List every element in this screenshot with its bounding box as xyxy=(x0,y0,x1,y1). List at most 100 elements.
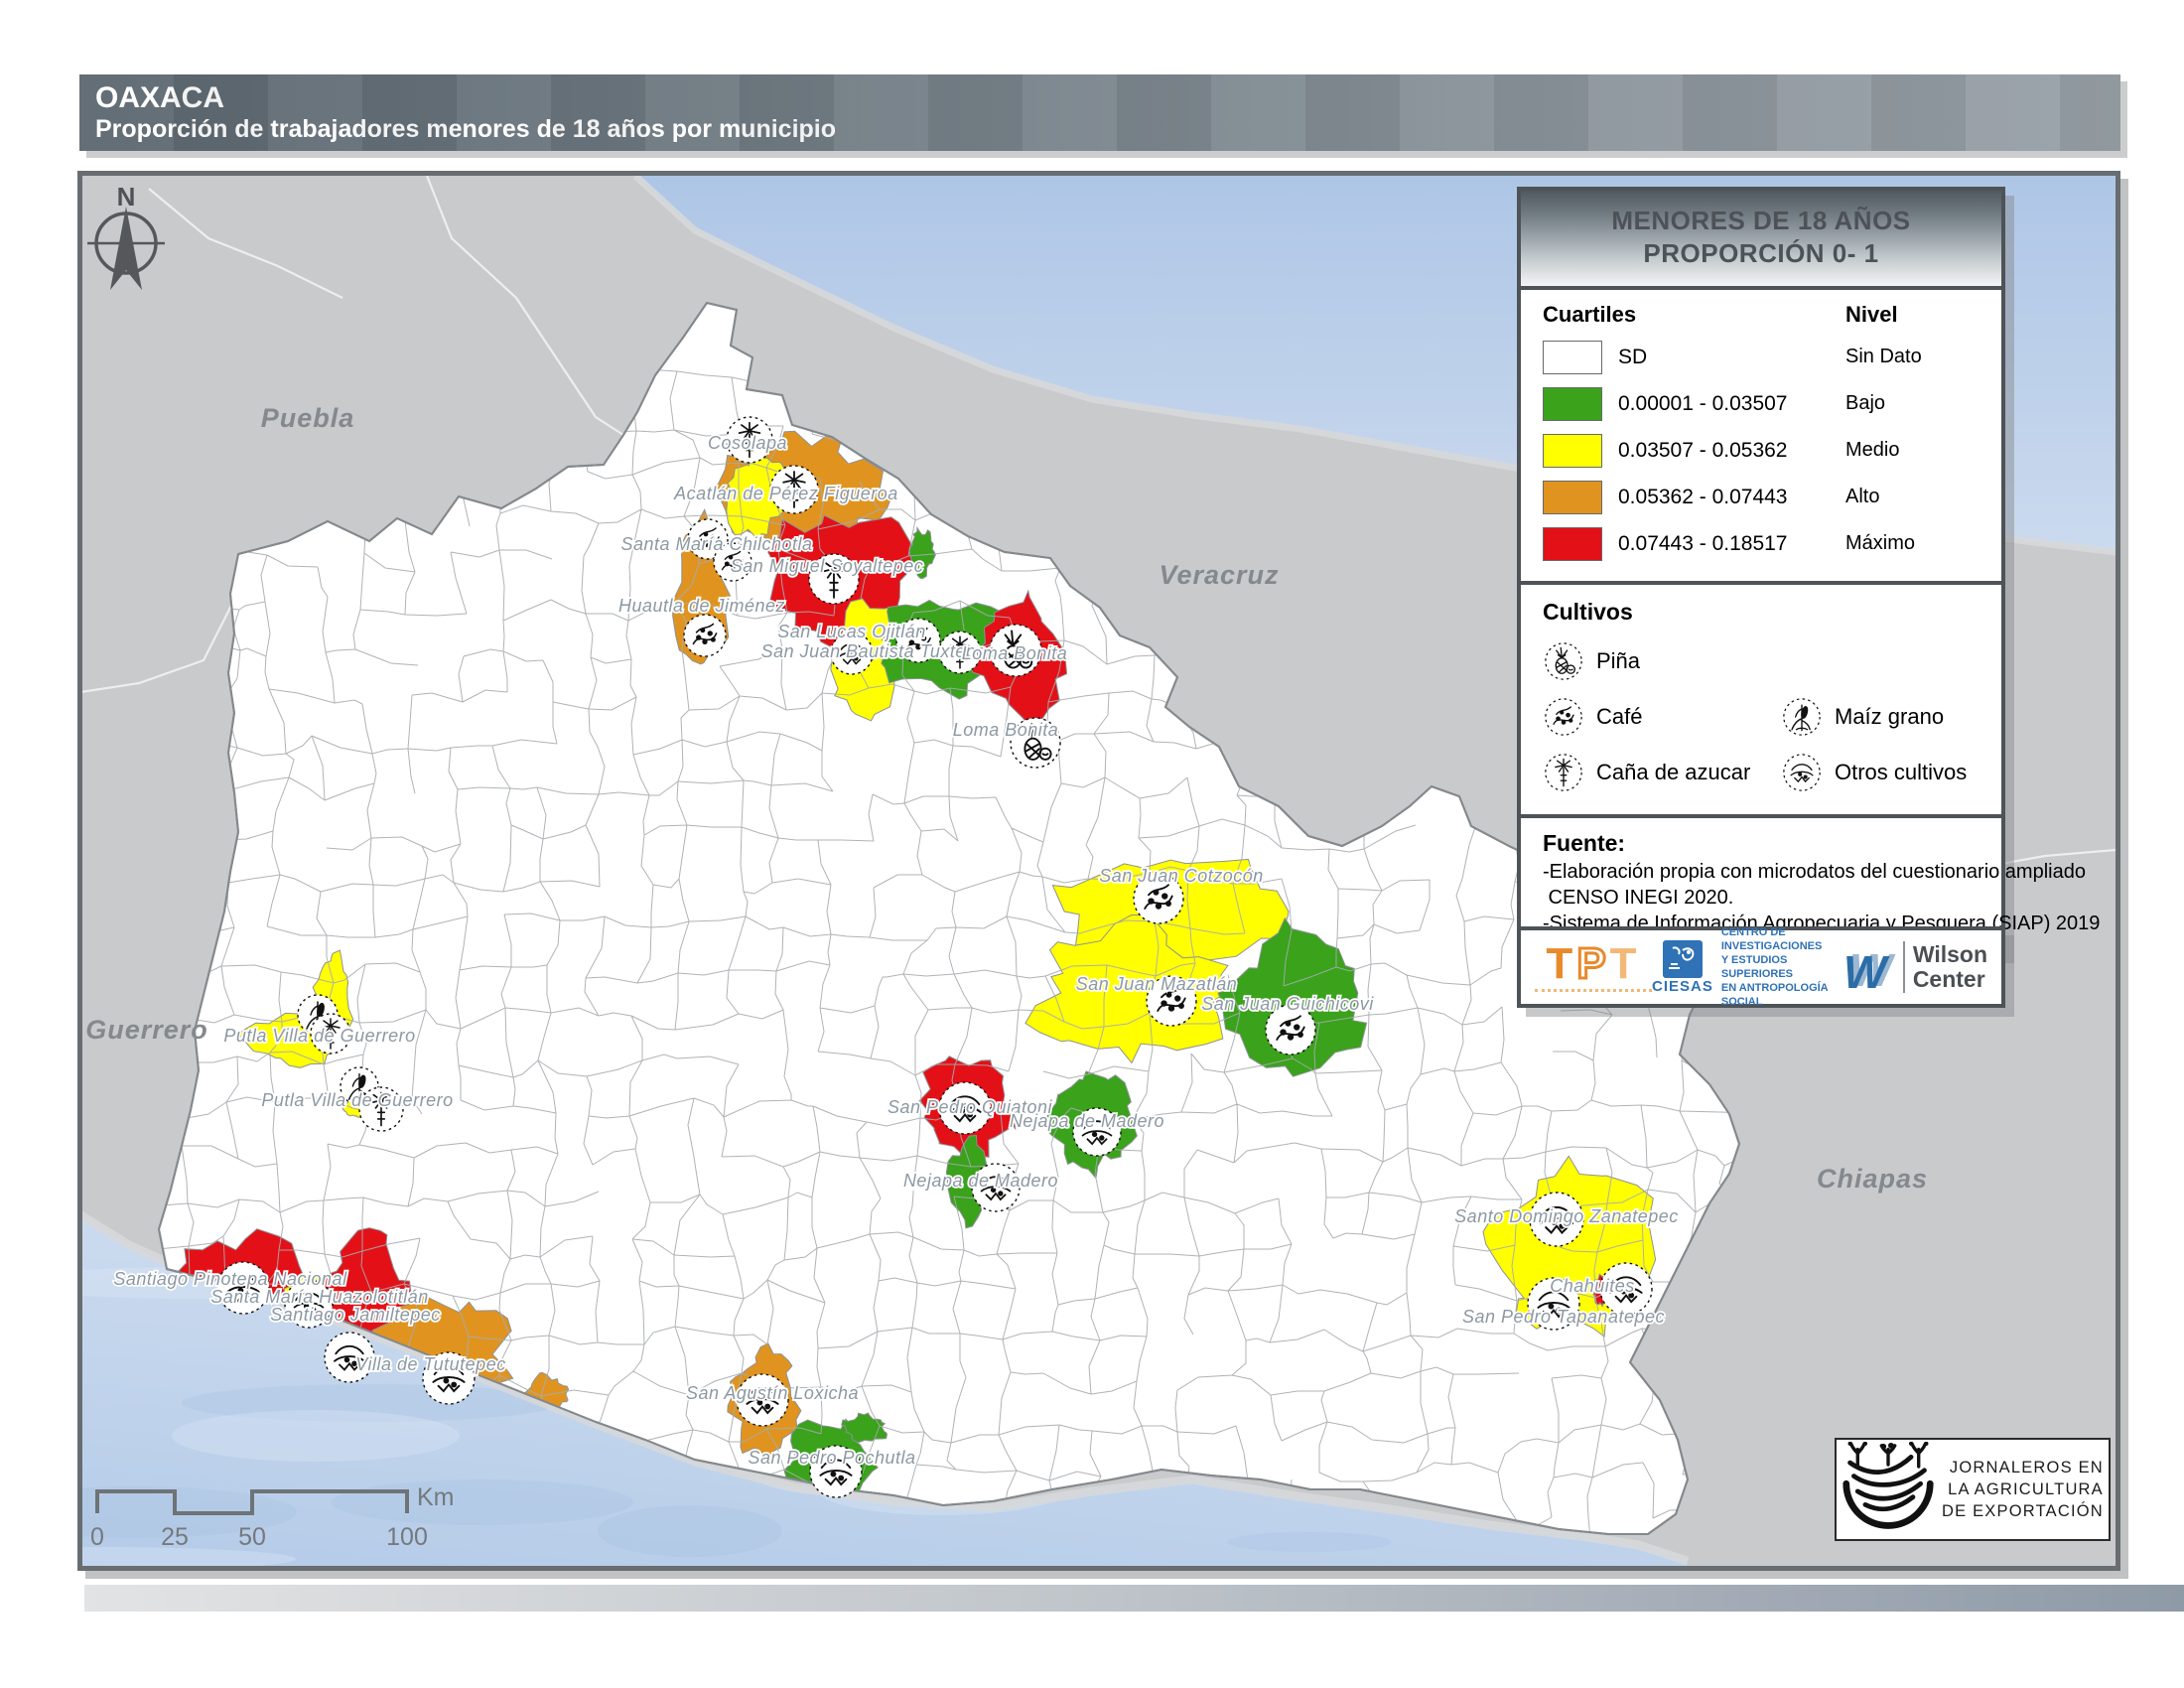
legend-color-swatch xyxy=(1543,434,1602,468)
state-label: Puebla xyxy=(261,403,355,433)
maiz-crop-icon xyxy=(1781,696,1823,738)
tpt-letters: TPT xyxy=(1546,943,1640,985)
legend-class-row: 0.03507 - 0.05362Medio xyxy=(1543,427,1983,474)
legend-class-row: 0.00001 - 0.03507Bajo xyxy=(1543,380,1983,427)
credit-text-line: DE EXPORTACIÓN xyxy=(1942,1500,2104,1522)
legend-title-line2: PROPORCIÓN 0- 1 xyxy=(1527,237,1995,270)
legend-quartiles-section: Cuartiles Nivel SDSin Dato0.00001 - 0.03… xyxy=(1521,290,2001,581)
municipality-label: Villa de Tututepec xyxy=(355,1354,505,1374)
cultivo-item: Piña xyxy=(1543,633,1781,689)
svg-text:N: N xyxy=(117,182,136,211)
cultivo-item: Otros cultivos xyxy=(1781,745,1983,800)
fuente-line: CENSO INEGI 2020. xyxy=(1543,885,1983,911)
legend-color-swatch xyxy=(1543,341,1602,374)
otros-crop-icon xyxy=(1781,752,1823,793)
ciesas-logo: CIESAS CENTRO DE INVESTIGACIONESY ESTUDI… xyxy=(1652,925,1843,1009)
ciesas-name: CIESAS xyxy=(1652,978,1713,995)
cultivo-label: Otros cultivos xyxy=(1835,760,1967,785)
wilson-divider xyxy=(1903,941,1905,993)
municipality-label: Santo Domingo Zanatepec xyxy=(1454,1206,1679,1226)
municipality-label: Santa María Chilchotla xyxy=(620,534,812,554)
municipality-label: Santiago Pinotepa Nacional xyxy=(113,1269,347,1289)
municipality-label: San Miguel Soyaltepec xyxy=(731,556,924,576)
state-label: Chiapas xyxy=(1817,1164,1928,1194)
municipality-label: Nejapa de Madero xyxy=(1010,1111,1164,1131)
cultivo-label: Café xyxy=(1596,704,1642,730)
map-title-bar: OAXACA Proporción de trabajadores menore… xyxy=(79,74,2120,151)
tpt-logo: TPT xyxy=(1535,943,1652,992)
ciesas-text-line: CENTRO DE INVESTIGACIONES xyxy=(1721,925,1843,953)
legend-level-label: Alto xyxy=(1845,486,1983,508)
municipality-label: Acatlán de Pérez Figueroa xyxy=(673,484,898,503)
cultivo-label: Maíz grano xyxy=(1835,704,1944,730)
municipality-label: Chahuites xyxy=(1550,1276,1635,1296)
municipality-label: Cosolapa xyxy=(708,433,787,453)
cultivo-label: Caña de azucar xyxy=(1596,760,1750,785)
legend-range-value: 0.03507 - 0.05362 xyxy=(1618,439,1845,463)
municipality-label: Putla Villa de Guerrero xyxy=(223,1026,415,1046)
state-label: Veracruz xyxy=(1159,560,1279,590)
cafe-crop-icon xyxy=(1543,696,1584,738)
legend-level-label: Máximo xyxy=(1845,532,1983,555)
municipality-label: Loma Bonita xyxy=(953,720,1059,740)
logos-panel: TPT CIESAS CENTRO DE INVESTIGACIONESY ES… xyxy=(1517,926,2005,1008)
cultivos-list: Piña Café Caña de azucar Maíz grano Otros cu… xyxy=(1543,633,1983,800)
footer-gradient-bar xyxy=(84,1585,2184,1612)
legend-range-value: 0.07443 - 0.18517 xyxy=(1618,532,1845,556)
page: { "header": { "title": "OAXACA", "subtit… xyxy=(0,0,2184,1688)
wilson-line1: Wilson xyxy=(1913,942,1987,967)
legend-class-row: 0.07443 - 0.18517Máximo xyxy=(1543,520,1983,567)
legend-level-label: Medio xyxy=(1845,439,1983,462)
legend-level-label: Sin Dato xyxy=(1845,346,1983,368)
legend-cultivos-section: Cultivos Piña Café Caña de azucar Maíz gran… xyxy=(1521,585,2001,814)
svg-text:50: 50 xyxy=(238,1523,266,1551)
legend-range-value: 0.05362 - 0.07443 xyxy=(1618,486,1845,509)
municipality-label: San Pedro Tapanatepec xyxy=(1462,1307,1665,1327)
fuente-title: Fuente: xyxy=(1543,830,1983,857)
legend-classes: SDSin Dato0.00001 - 0.03507Bajo0.03507 -… xyxy=(1543,334,1983,567)
tpt-caption-line xyxy=(1535,989,1652,992)
legend-range-value: 0.00001 - 0.03507 xyxy=(1618,392,1845,416)
jornaleros-credit-box: JORNALEROS ENLA AGRICULTURADE EXPORTACIÓ… xyxy=(1835,1438,2111,1541)
cultivos-title: Cultivos xyxy=(1543,599,1983,626)
municipality-label: Nejapa de Madero xyxy=(903,1171,1058,1191)
quartiles-header: Cuartiles xyxy=(1543,302,1845,328)
svg-text:Km: Km xyxy=(417,1483,455,1511)
municipality-label: Putla Villa de Guerrero xyxy=(261,1090,453,1110)
page-title: OAXACA xyxy=(95,82,2120,114)
svg-text:100: 100 xyxy=(386,1523,428,1551)
municipality-label: San Juan Cotzocón xyxy=(1099,866,1264,886)
legend-title: MENORES DE 18 AÑOS PROPORCIÓN 0- 1 xyxy=(1521,191,2001,290)
municipality-label: San Juan Mazatlán xyxy=(1076,974,1238,994)
wilson-center-logo: WW Wilson Center xyxy=(1843,941,1987,993)
legend-color-swatch xyxy=(1543,481,1602,514)
municipality-label: San Lucas Ojitlán xyxy=(777,622,926,641)
legend-range-value: SD xyxy=(1618,346,1845,369)
credit-text-line: LA AGRICULTURA xyxy=(1942,1478,2104,1500)
jornaleros-credit-text: JORNALEROS ENLA AGRICULTURADE EXPORTACIÓ… xyxy=(1942,1457,2104,1522)
municipality-label: San Juan Guichicovi xyxy=(1201,994,1374,1014)
ciesas-text-line: Y ESTUDIOS SUPERIORES xyxy=(1721,953,1843,981)
svg-text:25: 25 xyxy=(161,1523,189,1551)
state-label: Guerrero xyxy=(85,1015,208,1045)
level-header: Nivel xyxy=(1845,302,1983,328)
wilson-line2: Center xyxy=(1913,967,1987,992)
legend-panel: MENORES DE 18 AÑOS PROPORCIÓN 0- 1 Cuart… xyxy=(1517,187,2005,954)
cana-crop-icon xyxy=(1543,752,1584,793)
ciesas-text: CENTRO DE INVESTIGACIONESY ESTUDIOS SUPE… xyxy=(1721,925,1843,1009)
legend-color-swatch xyxy=(1543,387,1602,421)
cultivo-label: Piña xyxy=(1596,648,1640,674)
legend-class-row: 0.05362 - 0.07443Alto xyxy=(1543,474,1983,520)
municipality-label: Loma Bonita xyxy=(962,643,1068,663)
credit-text-line: JORNALEROS EN xyxy=(1942,1457,2104,1478)
legend-class-row: SDSin Dato xyxy=(1543,334,1983,380)
legend-color-swatch xyxy=(1543,527,1602,561)
municipality-label: San Pedro Pochutla xyxy=(748,1448,915,1468)
municipality-label: San Agustín Loxicha xyxy=(686,1383,859,1403)
page-subtitle: Proporción de trabajadores menores de 18… xyxy=(95,114,2120,144)
cultivo-item: Maíz grano xyxy=(1781,689,1983,745)
municipality-label: Santiago Jamiltepec xyxy=(270,1305,441,1325)
municipality-label: Huautla de Jiménez xyxy=(618,596,785,616)
jornaleros-field-icon xyxy=(1841,1442,1936,1537)
cultivo-item: Caña de azucar xyxy=(1543,745,1781,800)
